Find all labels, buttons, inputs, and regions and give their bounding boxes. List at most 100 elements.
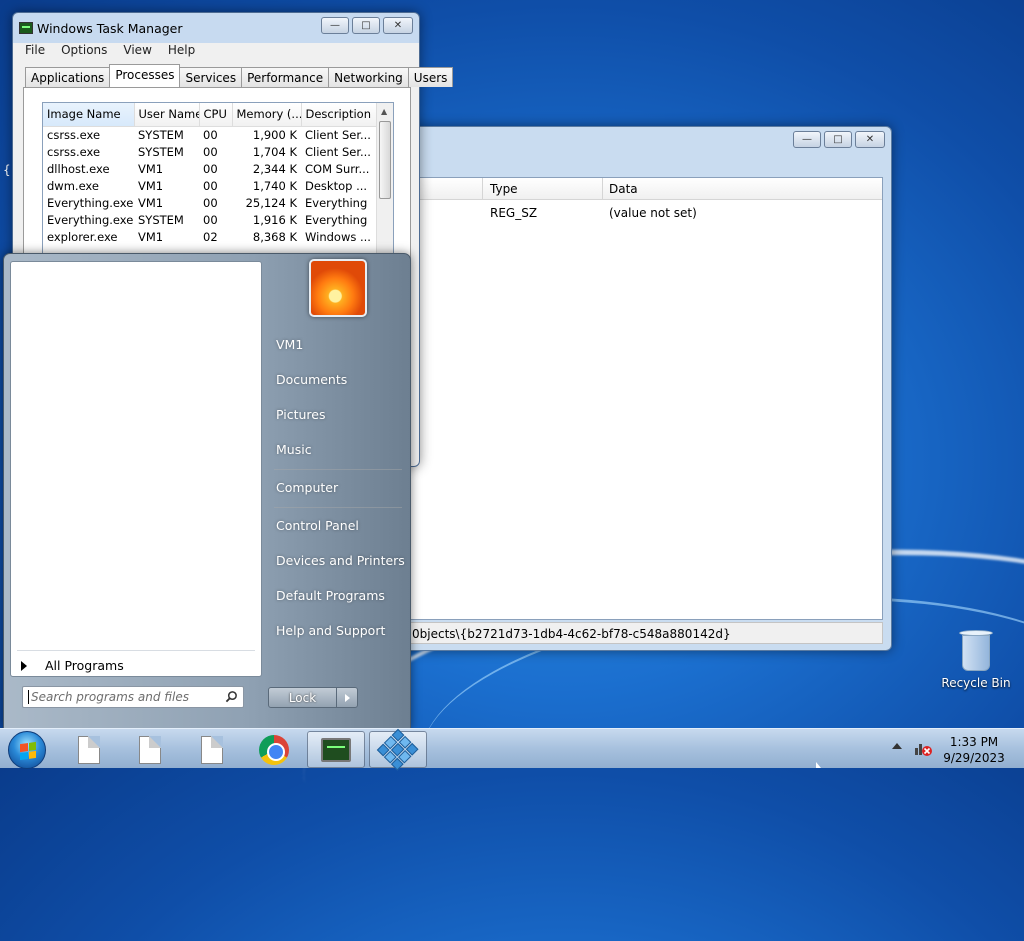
column-header-type[interactable]: Type: [490, 182, 518, 196]
cell-image-name: explorer.exe: [47, 229, 118, 244]
cell-description: Windows ...: [305, 229, 371, 244]
maximize-button[interactable]: □: [824, 131, 852, 148]
taskbar-task-manager[interactable]: [307, 731, 365, 768]
start-item-devices-and-printers[interactable]: Devices and Printers: [276, 553, 405, 568]
column-header-cpu[interactable]: CPU: [199, 103, 233, 127]
all-programs-button[interactable]: All Programs: [21, 658, 124, 673]
cell-memory: 1,704 K: [252, 144, 297, 159]
taskbar-document-1[interactable]: [60, 731, 118, 768]
search-placeholder: Search programs and files: [31, 690, 189, 704]
mouse-cursor-icon: [816, 762, 821, 768]
start-item-user[interactable]: VM1: [276, 337, 303, 352]
chrome-icon: [259, 734, 289, 765]
start-item-help-and-support[interactable]: Help and Support: [276, 623, 385, 638]
search-input[interactable]: Search programs and files: [22, 686, 244, 708]
registry-values-header: Type Data: [410, 178, 882, 200]
registry-values-pane[interactable]: Type Data REG_SZ (value not set): [409, 177, 883, 620]
menu-help[interactable]: Help: [168, 43, 195, 63]
start-item-pictures[interactable]: Pictures: [276, 407, 326, 422]
tab-strip: Applications Processes Services Performa…: [25, 64, 454, 87]
cell-description: Client Ser...: [305, 127, 371, 142]
cell-image-name: dllhost.exe: [47, 161, 110, 176]
lock-button[interactable]: Lock: [269, 688, 337, 707]
cell-description: Everything: [305, 195, 368, 210]
minimize-button[interactable]: —: [793, 131, 821, 148]
start-menu-programs-pane[interactable]: All Programs: [10, 261, 262, 677]
column-header-image-name[interactable]: Image Name: [43, 103, 135, 127]
menu-view[interactable]: View: [123, 43, 151, 63]
task-manager-icon: [19, 22, 33, 34]
shutdown-options-button[interactable]: [337, 688, 357, 707]
column-divider[interactable]: [482, 178, 483, 200]
table-row[interactable]: csrss.exe SYSTEM 00 1,704 K Client Ser..…: [43, 143, 377, 160]
start-item-music[interactable]: Music: [276, 442, 312, 457]
document-icon: [139, 735, 161, 764]
tab-applications[interactable]: Applications: [25, 67, 111, 87]
tab-networking[interactable]: Networking: [328, 67, 409, 87]
scroll-up-arrow-icon[interactable]: ▲: [381, 107, 387, 116]
maximize-button[interactable]: □: [352, 17, 380, 34]
column-header-data[interactable]: Data: [609, 182, 638, 196]
task-manager-window-controls: — □ ✕: [321, 17, 413, 34]
table-row[interactable]: dwm.exe VM1 00 1,740 K Desktop ...: [43, 177, 377, 194]
table-row[interactable]: explorer.exe VM1 02 8,368 K Windows ...: [43, 228, 377, 245]
tab-users[interactable]: Users: [407, 67, 454, 87]
tab-processes[interactable]: Processes: [109, 64, 181, 87]
cell-memory: 1,900 K: [252, 127, 297, 142]
clock-time: 1:33 PM: [949, 735, 999, 749]
text-caret: [28, 690, 29, 704]
cell-user-name: SYSTEM: [138, 144, 184, 159]
menu-file[interactable]: File: [25, 43, 45, 63]
task-manager-icon: [321, 737, 351, 762]
table-row[interactable]: Everything.exe VM1 00 25,124 K Everythin…: [43, 194, 377, 211]
cell-cpu: 00: [203, 161, 218, 176]
recycle-bin[interactable]: Recycle Bin: [940, 628, 1012, 690]
start-item-default-programs[interactable]: Default Programs: [276, 588, 385, 603]
desktop-stray-glyph: {: [3, 163, 11, 177]
table-row[interactable]: Everything.exe SYSTEM 00 1,916 K Everyth…: [43, 211, 377, 228]
taskbar-document-3[interactable]: [183, 731, 241, 768]
user-avatar[interactable]: [309, 259, 367, 317]
registry-editor-window[interactable]: — □ ✕ Type Data REG_SZ (value not set) 0…: [400, 126, 892, 651]
table-row[interactable]: csrss.exe SYSTEM 00 1,900 K Client Ser..…: [43, 126, 377, 143]
start-menu: All Programs Search programs and files V…: [3, 253, 411, 729]
close-button[interactable]: ✕: [383, 17, 413, 34]
search-icon[interactable]: [225, 690, 238, 703]
cell-cpu: 00: [203, 195, 218, 210]
tab-performance[interactable]: Performance: [241, 67, 330, 87]
taskbar-registry-editor[interactable]: [369, 728, 427, 771]
start-item-documents[interactable]: Documents: [276, 372, 347, 387]
start-button[interactable]: [8, 731, 46, 769]
cell-image-name: csrss.exe: [47, 144, 101, 159]
system-clock[interactable]: 1:33 PM 9/29/2023: [940, 734, 1008, 766]
column-header-user-name[interactable]: User Name: [134, 103, 200, 127]
window-title: Windows Task Manager: [37, 20, 183, 36]
network-disconnected-icon[interactable]: [914, 739, 932, 757]
triangle-right-icon: [344, 693, 350, 702]
table-row[interactable]: dllhost.exe VM1 00 2,344 K COM Surr...: [43, 160, 377, 177]
menu-options[interactable]: Options: [61, 43, 107, 63]
document-icon: [78, 735, 100, 764]
cell-cpu: 00: [203, 212, 218, 227]
lock-button-group: Lock: [268, 687, 358, 708]
cell-memory: 1,916 K: [252, 212, 297, 227]
all-programs-label: All Programs: [45, 658, 124, 673]
cell-user-name: SYSTEM: [138, 127, 184, 142]
column-header-memory[interactable]: Memory (...: [232, 103, 302, 127]
scrollbar-thumb[interactable]: [379, 121, 391, 199]
start-item-computer[interactable]: Computer: [276, 480, 338, 495]
close-button[interactable]: ✕: [855, 131, 885, 148]
taskbar-document-2[interactable]: [121, 731, 179, 768]
cell-memory: 1,740 K: [252, 178, 297, 193]
taskbar-chrome[interactable]: [245, 731, 303, 768]
process-list-header: Image Name User Name CPU Memory (... Des…: [43, 103, 378, 127]
cell-description: Everything: [305, 212, 368, 227]
column-header-description[interactable]: Description: [301, 103, 378, 127]
show-hidden-icons-chevron-icon[interactable]: [892, 743, 902, 749]
triangle-right-icon: [21, 660, 27, 671]
value-type: REG_SZ: [490, 206, 538, 220]
start-item-control-panel[interactable]: Control Panel: [276, 518, 359, 533]
column-divider[interactable]: [602, 178, 603, 200]
tab-services[interactable]: Services: [179, 67, 243, 87]
minimize-button[interactable]: —: [321, 17, 349, 34]
